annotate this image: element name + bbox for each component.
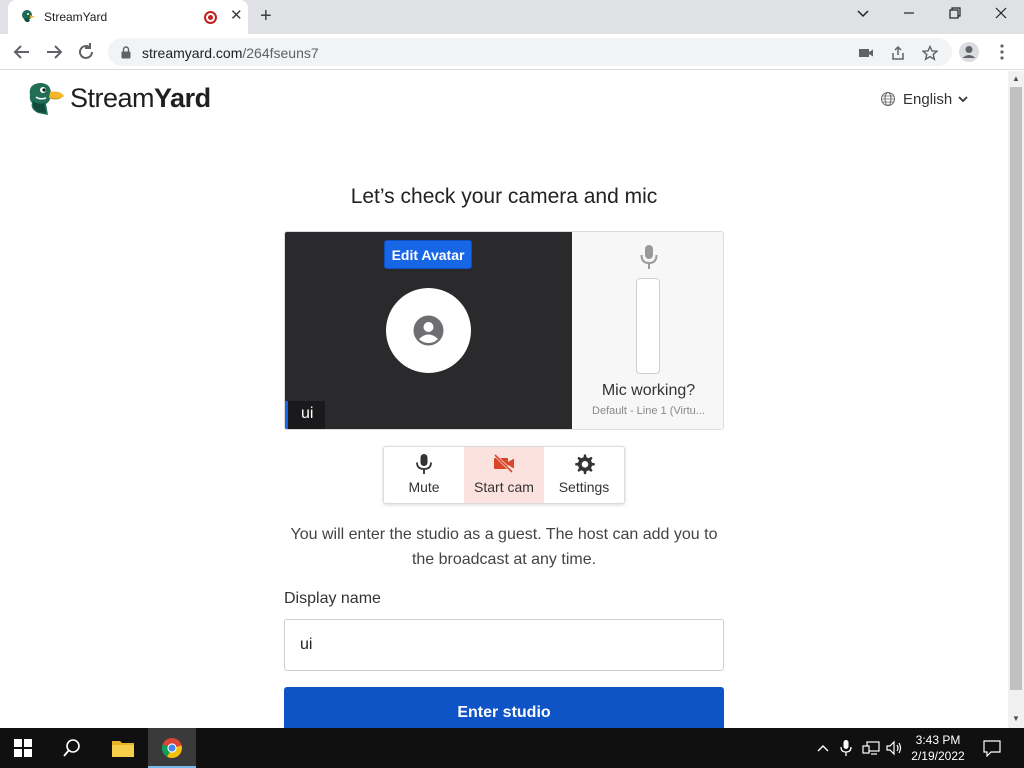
globe-icon [881,92,895,106]
mic-working-label: Mic working? [601,382,696,399]
back-arrow-icon[interactable] [11,41,33,63]
url-path: /264fseuns7 [242,45,319,61]
page-title: Let’s check your camera and mic [350,185,658,208]
microphone-icon [416,454,432,474]
media-controls: Mute Start cam Settings [383,446,625,504]
enter-studio-button[interactable]: Enter studio [284,687,724,728]
participant-name-tag: ui [285,401,325,429]
share-icon[interactable] [890,45,906,61]
restore-window-button[interactable] [948,6,962,24]
new-tab-button[interactable]: + [260,6,272,26]
start-cam-button[interactable]: Start cam [464,447,544,503]
chevron-down-icon [958,96,968,103]
scrollbar-thumb[interactable] [1010,87,1022,690]
streamyard-favicon-icon [22,10,35,23]
camera-preview: Edit Avatar ui [285,232,572,429]
profile-avatar-icon[interactable] [958,41,980,63]
mic-panel: Mic working? Default - Line 1 (Virtu... [572,232,723,429]
page-content: StreamYard English Let’s check your came… [0,71,1008,728]
logo-text: StreamYard [70,83,211,114]
search-icon[interactable] [62,738,82,758]
mic-level-meter [636,278,660,374]
windows-start-icon[interactable] [14,739,32,757]
minimize-window-button[interactable] [902,6,916,24]
display-name-input[interactable] [284,619,724,671]
system-clock[interactable]: 3:43 PM 2/19/2022 [904,732,972,764]
address-bar[interactable]: streamyard.com/264fseuns7 [108,38,952,66]
participant-name: ui [301,405,314,422]
avatar [386,288,471,373]
show-hidden-icons-chevron-icon[interactable] [816,742,830,754]
bookmark-star-icon[interactable] [922,45,938,61]
url-text: streamyard.com/264fseuns7 [142,45,319,61]
microphone-icon [640,245,658,269]
logo-word-yard: Yard [154,83,211,113]
edit-avatar-button[interactable]: Edit Avatar [384,240,472,269]
scroll-up-arrow-icon[interactable]: ▲ [1012,74,1020,83]
tab-title: StreamYard [44,10,108,24]
camera-off-icon [493,453,514,474]
clock-time: 3:43 PM [915,733,961,747]
windows-taskbar: 3:43 PM 2/19/2022 [0,728,1024,768]
chrome-taskbar-item[interactable] [148,728,196,768]
browser-menu-icon[interactable] [994,41,1010,63]
chrome-icon [161,738,182,758]
guest-notice: You will enter the studio as a guest. Th… [290,526,718,568]
clock-date: 2/19/2022 [911,749,965,763]
file-explorer-icon[interactable] [111,738,135,758]
network-icon[interactable] [862,740,880,756]
user-avatar-icon [413,315,444,346]
settings-label: Settings [558,479,610,495]
close-window-button[interactable] [994,6,1008,24]
media-preview: Edit Avatar ui Mic working? Default - Li… [284,231,724,430]
mic-device-label: Default - Line 1 (Virtu... [592,405,705,417]
browser-toolbar: streamyard.com/264fseuns7 [0,34,1024,70]
logo-word-stream: Stream [70,83,155,113]
reload-icon[interactable] [75,41,97,63]
scroll-down-arrow-icon[interactable]: ▼ [1012,714,1020,723]
language-label: English [903,91,953,108]
mute-button[interactable]: Mute [384,447,464,503]
forward-arrow-icon[interactable] [43,41,65,63]
url-host: streamyard.com [142,45,243,61]
start-cam-label: Start cam [474,479,534,495]
tab-search-chevron-icon[interactable] [856,6,870,24]
browser-tab-bar: StreamYard ✕ + [0,0,1024,34]
display-name-label: Display name [284,590,381,607]
duck-logo-icon [29,83,64,115]
gear-icon [575,454,595,475]
microphone-in-use-icon[interactable] [840,739,852,757]
lock-icon[interactable] [120,46,132,59]
close-tab-icon[interactable]: ✕ [230,8,243,24]
browser-tab[interactable]: StreamYard ✕ [8,0,248,34]
volume-icon[interactable] [886,740,904,756]
settings-button[interactable]: Settings [544,447,624,503]
notifications-icon[interactable] [983,739,1001,757]
mute-label: Mute [408,479,440,495]
camera-in-use-icon[interactable] [858,45,874,61]
recording-indicator-icon [204,11,217,24]
